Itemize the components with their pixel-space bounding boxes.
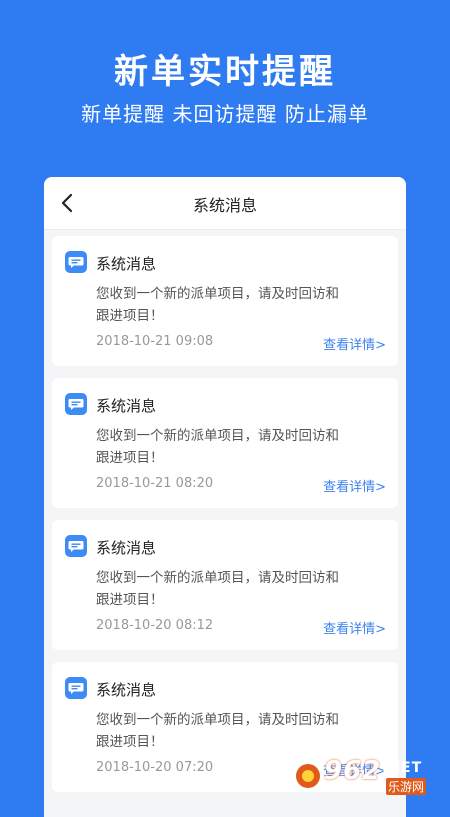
message-title: 系统消息 — [96, 681, 157, 699]
navbar: 系统消息 — [44, 177, 406, 230]
message-time: 2018-10-21 08:20 — [96, 476, 214, 491]
chat-bubble-icon — [65, 677, 87, 699]
message-card[interactable]: 系统消息 您收到一个新的派单项目，请及时回访和跟进项目！ 2018-10-21 … — [52, 236, 398, 366]
promo-title: 新单实时提醒 — [114, 52, 336, 92]
logo-icon — [296, 764, 320, 788]
message-body: 您收到一个新的派单项目，请及时回访和跟进项目！ — [96, 428, 339, 466]
site-watermark: 962 .NET 乐游网 — [294, 756, 444, 796]
message-body: 您收到一个新的派单项目，请及时回访和跟进项目！ — [96, 286, 339, 324]
message-card[interactable]: 系统消息 您收到一个新的派单项目，请及时回访和跟进项目！ 2018-10-21 … — [52, 378, 398, 508]
watermark-net: .NET — [382, 760, 423, 776]
message-card[interactable]: 系统消息 您收到一个新的派单项目，请及时回访和跟进项目！ 2018-10-20 … — [52, 520, 398, 650]
view-details-link[interactable]: 查看详情> — [323, 334, 386, 353]
watermark-site: 乐游网 — [386, 778, 427, 795]
chat-bubble-icon — [65, 251, 87, 273]
promo-subtitle: 新单提醒 未回访提醒 防止漏单 — [81, 102, 369, 126]
view-details-link[interactable]: 查看详情> — [323, 476, 386, 495]
nav-title: 系统消息 — [192, 196, 257, 215]
chat-bubble-icon — [65, 535, 87, 557]
phone-screen: 系统消息 系统消息 您收到一个新的派单项目，请及时回访和跟进项目！ 2018-1… — [44, 177, 406, 817]
message-time: 2018-10-20 08:12 — [96, 618, 214, 633]
chat-bubble-icon — [65, 393, 87, 415]
watermark-number: 962 — [324, 756, 382, 786]
message-title: 系统消息 — [96, 397, 157, 415]
message-time: 2018-10-20 07:20 — [96, 760, 214, 775]
message-body: 您收到一个新的派单项目，请及时回访和跟进项目！ — [96, 570, 339, 608]
message-title: 系统消息 — [96, 255, 157, 273]
message-time: 2018-10-21 09:08 — [96, 334, 214, 349]
message-title: 系统消息 — [96, 539, 157, 557]
message-list: 系统消息 您收到一个新的派单项目，请及时回访和跟进项目！ 2018-10-21 … — [44, 230, 406, 792]
message-body: 您收到一个新的派单项目，请及时回访和跟进项目！ — [96, 712, 339, 750]
view-details-link[interactable]: 查看详情> — [323, 618, 386, 637]
